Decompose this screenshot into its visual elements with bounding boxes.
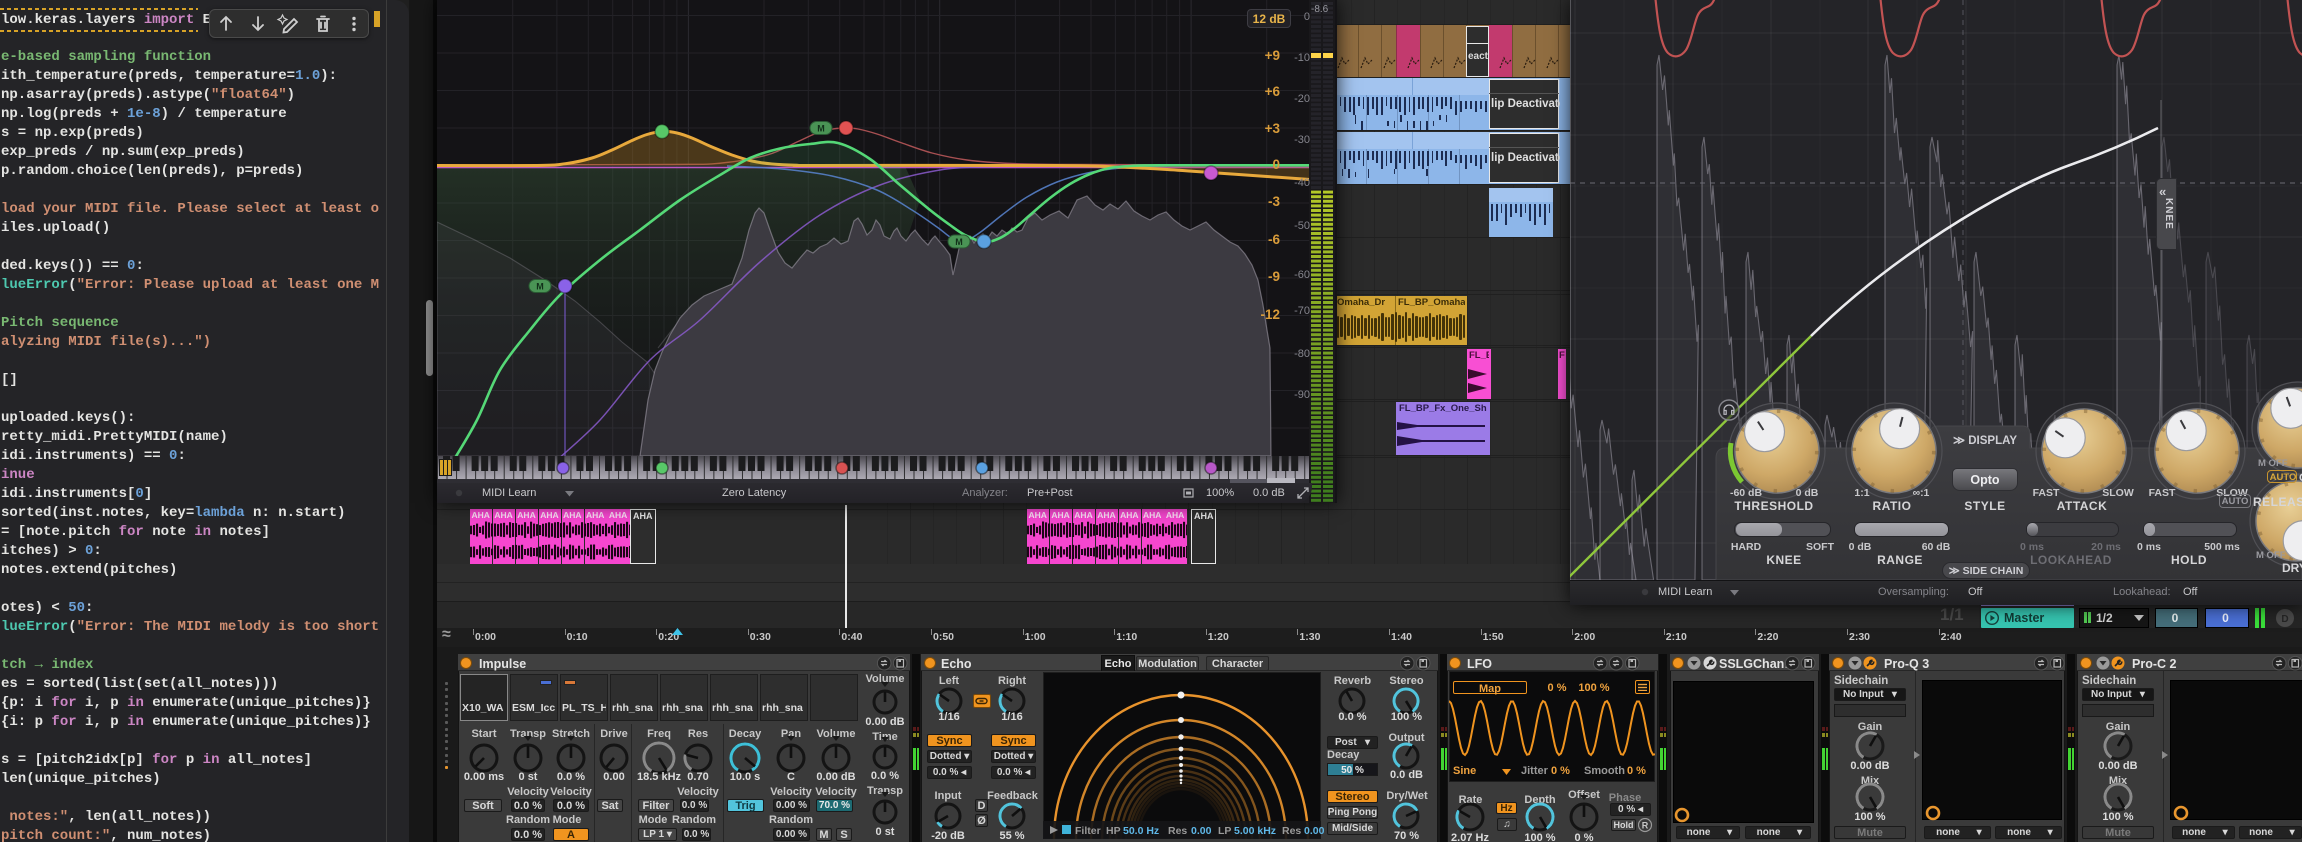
svg-text:M: M	[955, 237, 963, 247]
svg-text:D: D	[2281, 614, 2288, 625]
svg-text:M: M	[536, 282, 544, 292]
svg-text:≫ DISPLAY: ≫ DISPLAY	[1953, 435, 2017, 447]
svg-text:R: R	[1642, 821, 1649, 831]
svg-text:M: M	[817, 124, 825, 134]
